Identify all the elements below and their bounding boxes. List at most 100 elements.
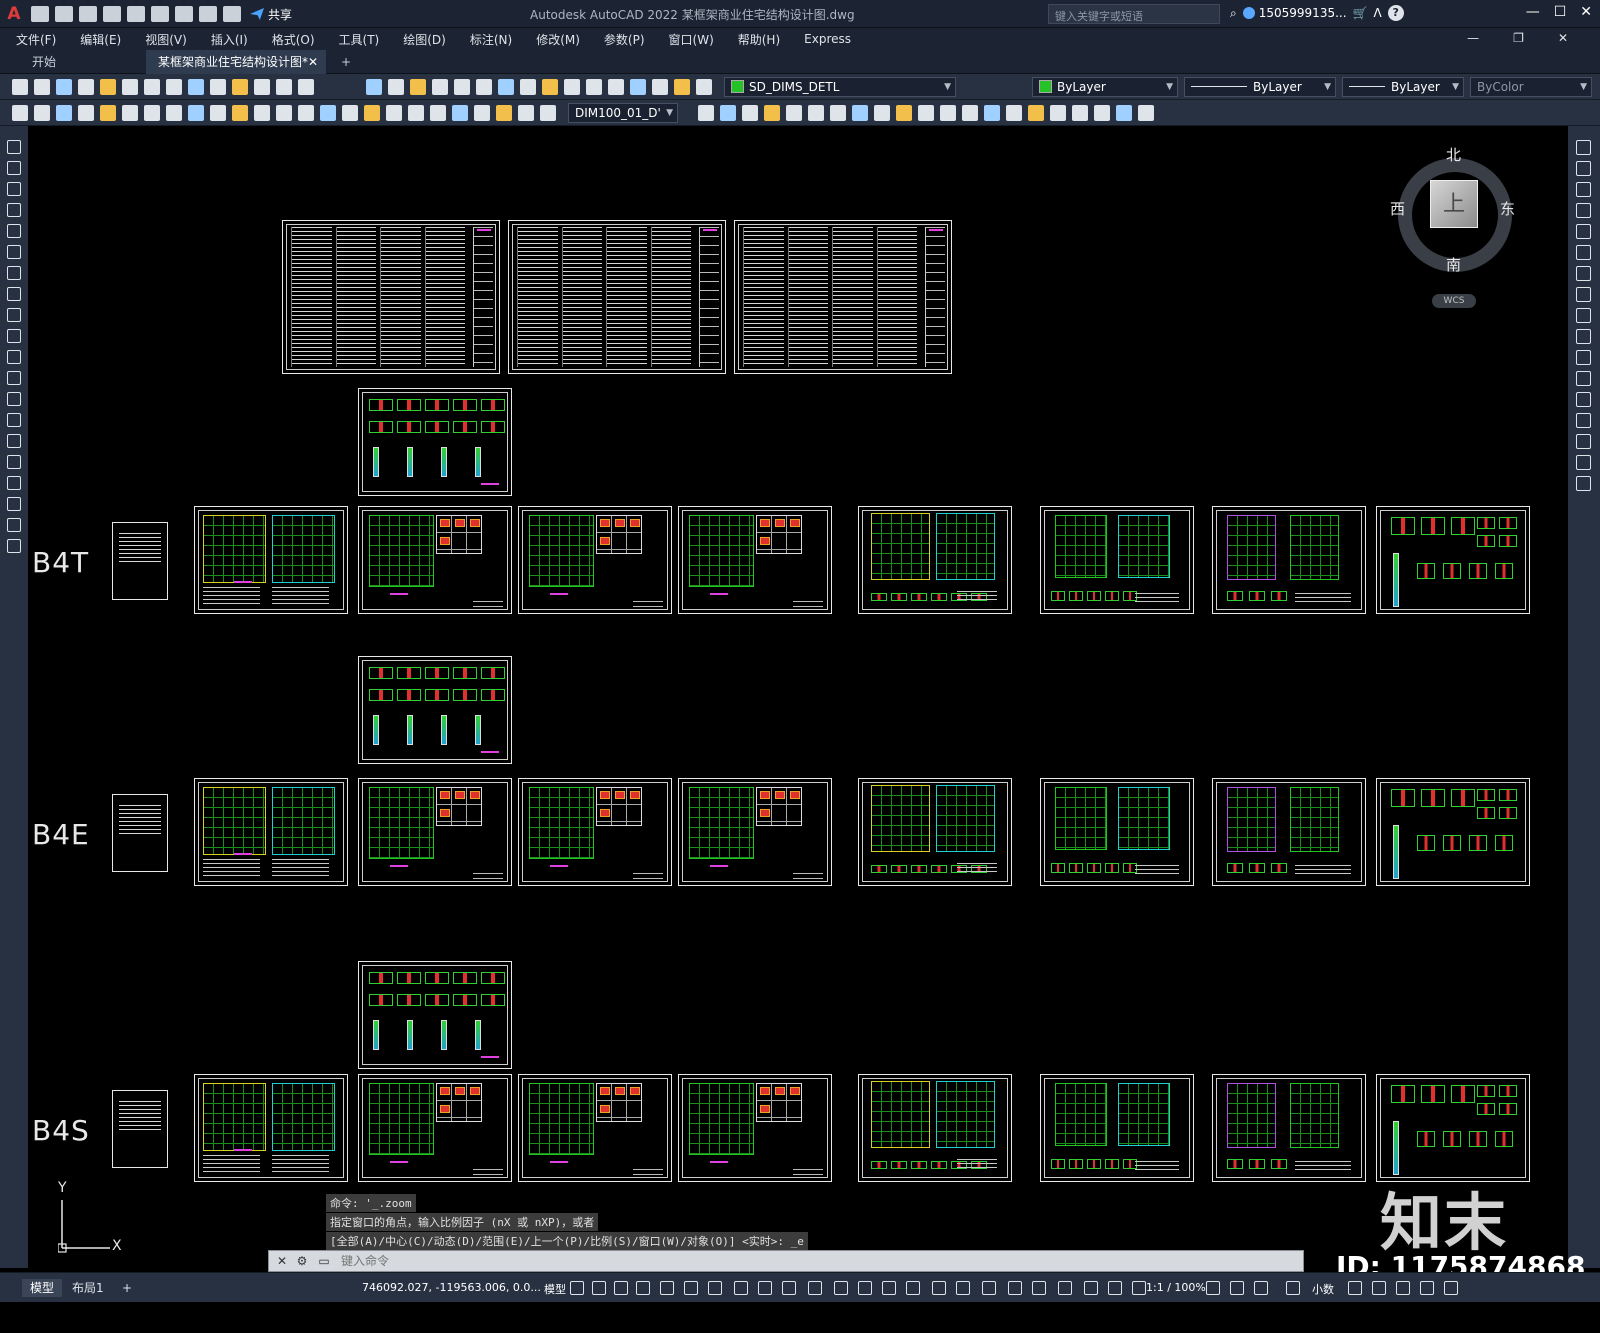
draw-tool-icon[interactable] bbox=[7, 140, 21, 154]
status-toggle-icon[interactable] bbox=[734, 1281, 748, 1295]
dimension-tool-icon[interactable] bbox=[320, 105, 336, 121]
standard-tool-icon[interactable] bbox=[520, 79, 536, 95]
draw-tool-icon[interactable] bbox=[7, 455, 21, 469]
status-toggle-icon[interactable] bbox=[570, 1281, 584, 1295]
export-icon[interactable] bbox=[127, 6, 145, 22]
new-tab-button[interactable]: + bbox=[334, 50, 358, 74]
dimension-tool-icon[interactable] bbox=[100, 105, 116, 121]
draw-tool-icon[interactable] bbox=[7, 413, 21, 427]
customize-icon[interactable]: ⚙ bbox=[295, 1254, 309, 1268]
dimension-tool-icon[interactable] bbox=[896, 105, 912, 121]
save-as-icon[interactable] bbox=[103, 6, 121, 22]
menu-item[interactable]: 修改(M) bbox=[536, 31, 580, 48]
recent-commands-icon[interactable]: ▭ bbox=[317, 1254, 331, 1268]
dimension-tool-icon[interactable] bbox=[188, 105, 204, 121]
modify-tool-icon[interactable] bbox=[1576, 161, 1591, 176]
compass-south[interactable]: 南 bbox=[1446, 254, 1461, 275]
menu-item[interactable]: 插入(I) bbox=[211, 31, 248, 48]
status-toggle-icon[interactable] bbox=[1058, 1281, 1072, 1295]
dimension-tool-icon[interactable] bbox=[342, 105, 358, 121]
modify-tool-icon[interactable] bbox=[1576, 350, 1591, 365]
status-toggle-icon[interactable] bbox=[1032, 1281, 1046, 1295]
dimension-tool-icon[interactable] bbox=[430, 105, 446, 121]
standard-tool-icon[interactable] bbox=[12, 79, 28, 95]
search-input[interactable]: 键入关键字或短语 bbox=[1048, 4, 1220, 24]
draw-tool-icon[interactable] bbox=[7, 161, 21, 175]
standard-tool-icon[interactable] bbox=[674, 79, 690, 95]
save-icon[interactable] bbox=[79, 6, 97, 22]
dimension-tool-icon[interactable] bbox=[298, 105, 314, 121]
draw-tool-icon[interactable] bbox=[7, 308, 21, 322]
standard-tool-icon[interactable] bbox=[608, 79, 624, 95]
standard-tool-icon[interactable] bbox=[254, 79, 270, 95]
status-toggle-icon[interactable] bbox=[1444, 1281, 1458, 1295]
dimension-tool-icon[interactable] bbox=[1138, 105, 1154, 121]
dimension-tool-icon[interactable] bbox=[496, 105, 512, 121]
dimension-tool-icon[interactable] bbox=[1116, 105, 1132, 121]
drawing-sheet[interactable] bbox=[1376, 1074, 1530, 1182]
dimension-tool-icon[interactable] bbox=[12, 105, 28, 121]
dimension-tool-icon[interactable] bbox=[254, 105, 270, 121]
lineweight-dropdown[interactable]: ByLayer ▼ bbox=[1342, 77, 1464, 97]
dimension-tool-icon[interactable] bbox=[742, 105, 758, 121]
standard-tool-icon[interactable] bbox=[122, 79, 138, 95]
minimize-icon[interactable]: — bbox=[1467, 31, 1479, 45]
tab-document[interactable]: 某框架商业住宅结构设计图* ✕ bbox=[146, 50, 326, 74]
status-toggle-icon[interactable] bbox=[614, 1281, 628, 1295]
status-toggle-icon[interactable] bbox=[956, 1281, 970, 1295]
menu-item[interactable]: 参数(P) bbox=[604, 31, 645, 48]
drawing-index-sheet[interactable] bbox=[112, 1090, 168, 1168]
status-toggle-icon[interactable] bbox=[1084, 1281, 1098, 1295]
menu-item[interactable]: 格式(O) bbox=[272, 31, 315, 48]
draw-tool-icon[interactable] bbox=[7, 497, 21, 511]
drawing-sheet[interactable] bbox=[1040, 506, 1194, 614]
standard-tool-icon[interactable] bbox=[652, 79, 668, 95]
standard-tool-icon[interactable] bbox=[210, 79, 226, 95]
standard-tool-icon[interactable] bbox=[476, 79, 492, 95]
dimension-tool-icon[interactable] bbox=[940, 105, 956, 121]
dimension-tool-icon[interactable] bbox=[540, 105, 556, 121]
drawing-sheet[interactable] bbox=[858, 1074, 1012, 1182]
status-toggle-icon[interactable] bbox=[1008, 1281, 1022, 1295]
standard-tool-icon[interactable] bbox=[78, 79, 94, 95]
modify-tool-icon[interactable] bbox=[1576, 455, 1591, 470]
status-toggle-icon[interactable] bbox=[1372, 1281, 1386, 1295]
standard-tool-icon[interactable] bbox=[696, 79, 712, 95]
modify-tool-icon[interactable] bbox=[1576, 476, 1591, 491]
draw-tool-icon[interactable] bbox=[7, 245, 21, 259]
status-toggle-icon[interactable] bbox=[1420, 1281, 1434, 1295]
drawing-sheet[interactable] bbox=[518, 1074, 672, 1182]
draw-tool-icon[interactable] bbox=[7, 266, 21, 280]
close-icon[interactable]: ✕ bbox=[1558, 31, 1568, 45]
drawing-sheet-notes[interactable] bbox=[734, 220, 952, 374]
standard-tool-icon[interactable] bbox=[454, 79, 470, 95]
dimension-tool-icon[interactable] bbox=[852, 105, 868, 121]
modify-tool-icon[interactable] bbox=[1576, 224, 1591, 239]
drawing-sheet[interactable] bbox=[518, 506, 672, 614]
status-toggle-icon[interactable] bbox=[1230, 1281, 1244, 1295]
minimize-icon[interactable]: — bbox=[1526, 4, 1540, 20]
draw-tool-icon[interactable] bbox=[7, 203, 21, 217]
status-toggle-icon[interactable] bbox=[834, 1281, 848, 1295]
menu-item[interactable]: 标注(N) bbox=[470, 31, 512, 48]
dimension-tool-icon[interactable] bbox=[918, 105, 934, 121]
dimension-tool-icon[interactable] bbox=[720, 105, 736, 121]
draw-tool-icon[interactable] bbox=[7, 329, 21, 343]
status-toggle-icon[interactable] bbox=[1108, 1281, 1122, 1295]
dimension-tool-icon[interactable] bbox=[210, 105, 226, 121]
dimension-tool-icon[interactable] bbox=[144, 105, 160, 121]
status-toggle-icon[interactable] bbox=[1254, 1281, 1268, 1295]
model-space-toggle[interactable]: 模型 bbox=[544, 1281, 566, 1297]
drawing-sheet-notes[interactable] bbox=[508, 220, 726, 374]
status-toggle-icon[interactable] bbox=[808, 1281, 822, 1295]
menu-item[interactable]: 工具(T) bbox=[339, 31, 380, 48]
status-toggle-icon[interactable] bbox=[1206, 1281, 1220, 1295]
draw-tool-icon[interactable] bbox=[7, 182, 21, 196]
draw-tool-icon[interactable] bbox=[7, 434, 21, 448]
dimension-tool-icon[interactable] bbox=[452, 105, 468, 121]
dimension-tool-icon[interactable] bbox=[764, 105, 780, 121]
status-toggle-icon[interactable] bbox=[592, 1281, 606, 1295]
draw-tool-icon[interactable] bbox=[7, 476, 21, 490]
close-icon[interactable]: ✕ bbox=[275, 1254, 289, 1268]
tab-start[interactable]: 开始 bbox=[20, 50, 144, 74]
